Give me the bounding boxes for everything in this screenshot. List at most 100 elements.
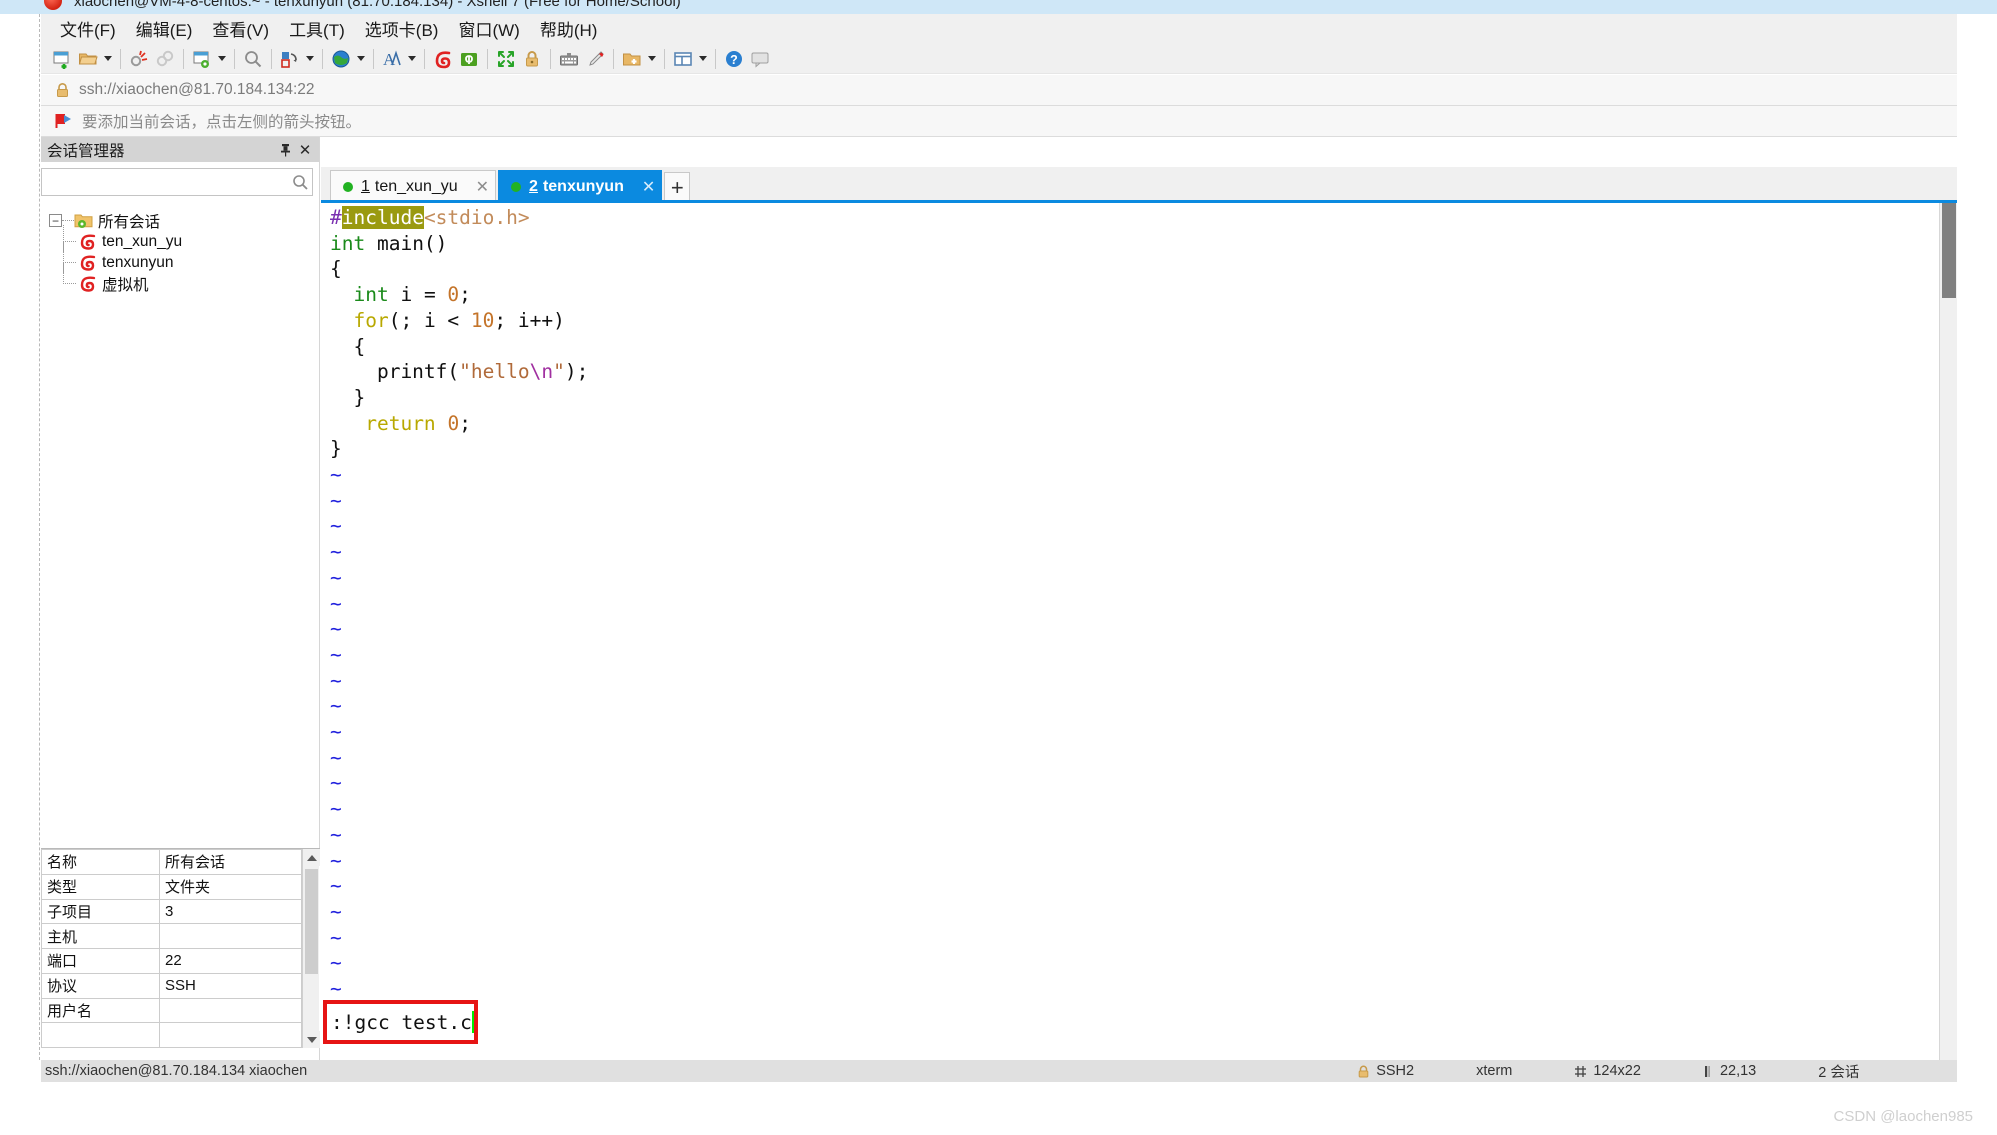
terminal-token: ; xyxy=(459,283,471,307)
sftp-icon[interactable] xyxy=(456,46,482,72)
prop-value: 3 xyxy=(159,898,302,925)
terminal-token: \n xyxy=(529,360,554,384)
log-icon[interactable] xyxy=(430,46,456,72)
menu-item-edit[interactable]: 编辑(E) xyxy=(126,13,203,45)
session-icon xyxy=(78,233,97,250)
terminal-line: } xyxy=(330,385,1939,411)
session-properties-dropdown-arrow[interactable] xyxy=(215,46,229,72)
terminal-view[interactable]: #include<stdio.h> int main(){ int i = 0; … xyxy=(321,200,1957,1060)
session-item-virtual-machine[interactable]: 虚拟机 xyxy=(41,262,319,294)
scrollbar-thumb[interactable] xyxy=(305,869,318,974)
table-row[interactable]: 名称 所有会话 xyxy=(41,849,302,875)
session-manager-title: 会话管理器 xyxy=(47,142,125,160)
tab-tenxunyun[interactable]: 2 tenxunyun ✕ xyxy=(498,170,663,203)
resize-icon xyxy=(1574,1065,1587,1078)
scroll-up-icon[interactable] xyxy=(303,849,320,866)
tree-expander-icon[interactable]: − xyxy=(49,214,62,227)
web-browser-dropdown-arrow[interactable] xyxy=(354,46,368,72)
session-label: ten_xun_yu xyxy=(102,232,183,250)
lock-icon[interactable] xyxy=(519,46,545,72)
session-manager-header: 会话管理器 ✕ xyxy=(41,137,319,162)
open-session-icon[interactable] xyxy=(75,46,101,72)
table-row[interactable] xyxy=(41,1022,302,1048)
table-row[interactable]: 用户名 xyxy=(41,997,302,1024)
close-icon[interactable]: ✕ xyxy=(624,177,655,197)
tab-number: 2 xyxy=(529,178,538,195)
session-search-input[interactable] xyxy=(42,174,288,190)
scrollbar-thumb[interactable] xyxy=(1942,203,1956,298)
address-bar[interactable]: ssh://xiaochen@81.70.184.134:22 xyxy=(41,75,1957,106)
close-icon[interactable]: ✕ xyxy=(295,140,315,160)
highlight-icon[interactable] xyxy=(582,46,608,72)
terminal-empty-line-marker: ~ xyxy=(330,694,342,718)
font-icon[interactable]: A xyxy=(379,46,405,72)
table-row[interactable]: 类型 文件夹 xyxy=(41,873,302,900)
layout-dropdown-arrow[interactable] xyxy=(696,46,710,72)
tab-ten_xun_yu[interactable]: 1 ten_xun_yu ✕ xyxy=(330,170,497,203)
table-row[interactable]: 子项目 3 xyxy=(41,898,302,925)
menu-item-help[interactable]: 帮助(H) xyxy=(530,13,608,45)
session-search-box[interactable] xyxy=(41,168,313,196)
session-icon xyxy=(78,254,97,271)
add-folder-dropdown-arrow[interactable] xyxy=(645,46,659,72)
prop-key: 类型 xyxy=(41,873,160,900)
menu-bar: 文件(F) 编辑(E) 查看(V) 工具(T) 选项卡(B) 窗口(W) 帮助(… xyxy=(41,14,1957,44)
menu-item-file[interactable]: 文件(F) xyxy=(50,13,126,45)
tab-label: tenxunyun xyxy=(542,178,624,195)
open-session-dropdown-arrow[interactable] xyxy=(101,46,115,72)
tree-connector xyxy=(62,220,74,221)
terminal-token: " xyxy=(553,360,565,384)
terminal-scrollbar[interactable] xyxy=(1939,203,1957,1060)
fullscreen-icon[interactable] xyxy=(493,46,519,72)
table-row[interactable]: 协议 SSH xyxy=(41,972,302,999)
keyboard-icon[interactable] xyxy=(556,46,582,72)
add-folder-icon[interactable] xyxy=(619,46,645,72)
terminal-line: { xyxy=(330,334,1939,360)
file-transfer-dropdown-arrow[interactable] xyxy=(303,46,317,72)
find-icon[interactable] xyxy=(240,46,266,72)
session-properties-icon[interactable] xyxy=(189,46,215,72)
terminal-line: for(; i < 10; i++) xyxy=(330,308,1939,334)
session-item-tenxunyun[interactable]: tenxunyun xyxy=(41,241,319,273)
help-icon[interactable]: ? xyxy=(721,46,747,72)
status-sessions: 2 会话 xyxy=(1818,1064,1860,1081)
session-item-ten_xun_yu[interactable]: ten_xun_yu xyxy=(41,225,319,252)
close-icon[interactable]: ✕ xyxy=(458,177,489,197)
comment-icon[interactable] xyxy=(747,46,773,72)
terminal-token: { xyxy=(330,257,342,281)
session-icon xyxy=(78,275,97,292)
font-dropdown-arrow[interactable] xyxy=(405,46,419,72)
terminal-token: <stdio.h> xyxy=(423,206,530,229)
new-session-icon[interactable] xyxy=(49,46,75,72)
menu-item-tabs[interactable]: 选项卡(B) xyxy=(355,13,449,45)
file-transfer-icon[interactable] xyxy=(277,46,303,72)
terminal-empty-line-marker: ~ xyxy=(330,617,342,641)
properties-scrollbar[interactable] xyxy=(302,849,320,1048)
prop-key: 用户名 xyxy=(41,997,160,1024)
prop-value: 22 xyxy=(159,948,302,974)
web-browser-icon[interactable] xyxy=(328,46,354,72)
tree-root-all-sessions[interactable]: − 所有会话 xyxy=(41,210,319,231)
status-size-group: 124x22 xyxy=(1574,1063,1641,1079)
status-protocol-group: SSH2 xyxy=(1357,1063,1414,1079)
table-row[interactable]: 端口 22 xyxy=(41,948,302,974)
menu-item-tools[interactable]: 工具(T) xyxy=(279,13,355,45)
terminal-empty-line-marker: ~ xyxy=(330,540,342,564)
layout-icon[interactable] xyxy=(670,46,696,72)
new-tab-button[interactable]: + xyxy=(664,172,691,203)
pin-icon[interactable] xyxy=(275,140,295,160)
menu-item-window[interactable]: 窗口(W) xyxy=(448,13,529,45)
session-label: 虚拟机 xyxy=(102,276,149,294)
scroll-down-icon[interactable] xyxy=(303,1031,320,1048)
table-row[interactable]: 主机 xyxy=(41,923,302,949)
menu-item-view[interactable]: 查看(V) xyxy=(202,13,279,45)
tree-connector xyxy=(63,262,76,263)
disconnect-icon[interactable] xyxy=(126,46,152,72)
status-protocol: SSH2 xyxy=(1376,1063,1415,1079)
red-arrow-icon[interactable] xyxy=(55,113,73,129)
reconnect-icon[interactable] xyxy=(152,46,178,72)
search-icon[interactable] xyxy=(288,174,312,191)
status-cursor-group: 22,13 xyxy=(1703,1063,1756,1079)
prop-key xyxy=(41,1022,160,1048)
